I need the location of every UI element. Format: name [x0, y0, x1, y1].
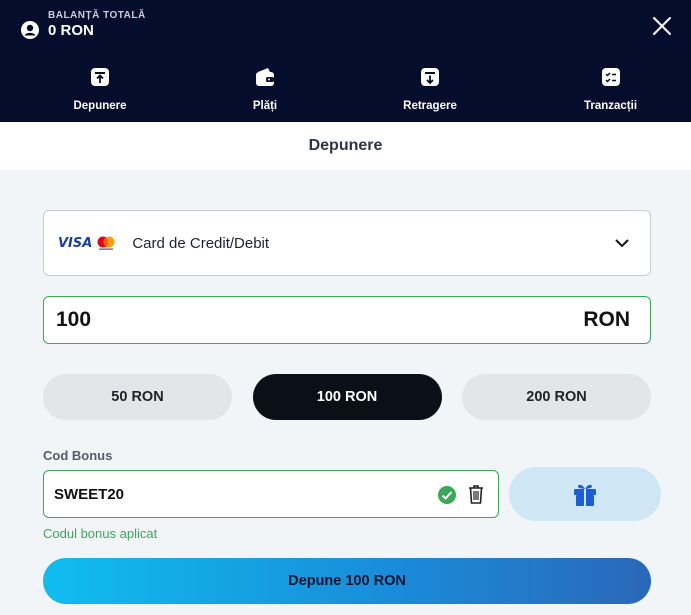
quick-amount-100[interactable]: 100 RON [252, 374, 442, 420]
page-title: Depunere [308, 137, 383, 154]
nav-item-transactions[interactable]: Tranzacții [530, 60, 691, 122]
header-bar: BALANȚĂ TOTALĂ 0 RON Depunere Plăți Retr… [0, 0, 691, 122]
trash-icon[interactable] [466, 483, 486, 505]
balance-value: 0 RON [48, 21, 94, 39]
nav-item-payments[interactable]: Plăți [200, 60, 330, 122]
chevron-down-icon [615, 239, 629, 248]
deposit-icon [91, 68, 109, 86]
nav-label: Depunere [73, 100, 127, 112]
wallet-icon [256, 68, 274, 86]
card-logos: VISA [58, 235, 116, 251]
balance-block: BALANȚĂ TOTALĂ 0 RON [20, 8, 146, 40]
quick-amounts: 50 RON 100 RON 200 RON [43, 374, 651, 420]
payment-method-select[interactable]: VISA Card de Credit/Debit [43, 210, 651, 276]
amount-input[interactable]: 100 RON [43, 296, 651, 344]
wallet-nav: Depunere Plăți Retragere Tranzacții [0, 60, 691, 122]
close-icon[interactable] [651, 15, 673, 37]
amount-currency: RON [583, 308, 630, 331]
transactions-icon [601, 68, 620, 86]
bonus-code-value: SWEET20 [54, 485, 125, 503]
amount-value: 100 [56, 308, 92, 331]
mastercard-logo-icon [97, 236, 115, 250]
nav-label: Plăți [252, 100, 278, 112]
check-circle-icon [438, 486, 456, 504]
bonus-code-label: Cod Bonus [43, 448, 113, 463]
withdraw-icon [421, 68, 439, 86]
nav-label: Retragere [403, 100, 457, 112]
user-circle-icon[interactable] [20, 20, 40, 40]
deposit-submit-button[interactable]: Depune 100 RON [43, 558, 651, 604]
gift-icon [574, 484, 596, 506]
bonus-code-input[interactable]: SWEET20 [43, 470, 499, 518]
quick-amount-50[interactable]: 50 RON [43, 374, 232, 420]
payment-method-label: Card de Credit/Debit [132, 234, 270, 252]
nav-item-deposit[interactable]: Depunere [0, 60, 200, 122]
bonus-status-text: Codul bonus aplicat [43, 526, 158, 541]
nav-item-withdraw[interactable]: Retragere [330, 60, 530, 122]
balance-label: BALANȚĂ TOTALĂ [48, 9, 146, 21]
nav-label: Tranzacții [583, 100, 638, 112]
visa-logo: VISA [58, 235, 93, 251]
page-title-bar: Depunere [0, 122, 691, 170]
quick-amount-200[interactable]: 200 RON [462, 374, 651, 420]
bonus-gift-button[interactable] [509, 467, 661, 521]
